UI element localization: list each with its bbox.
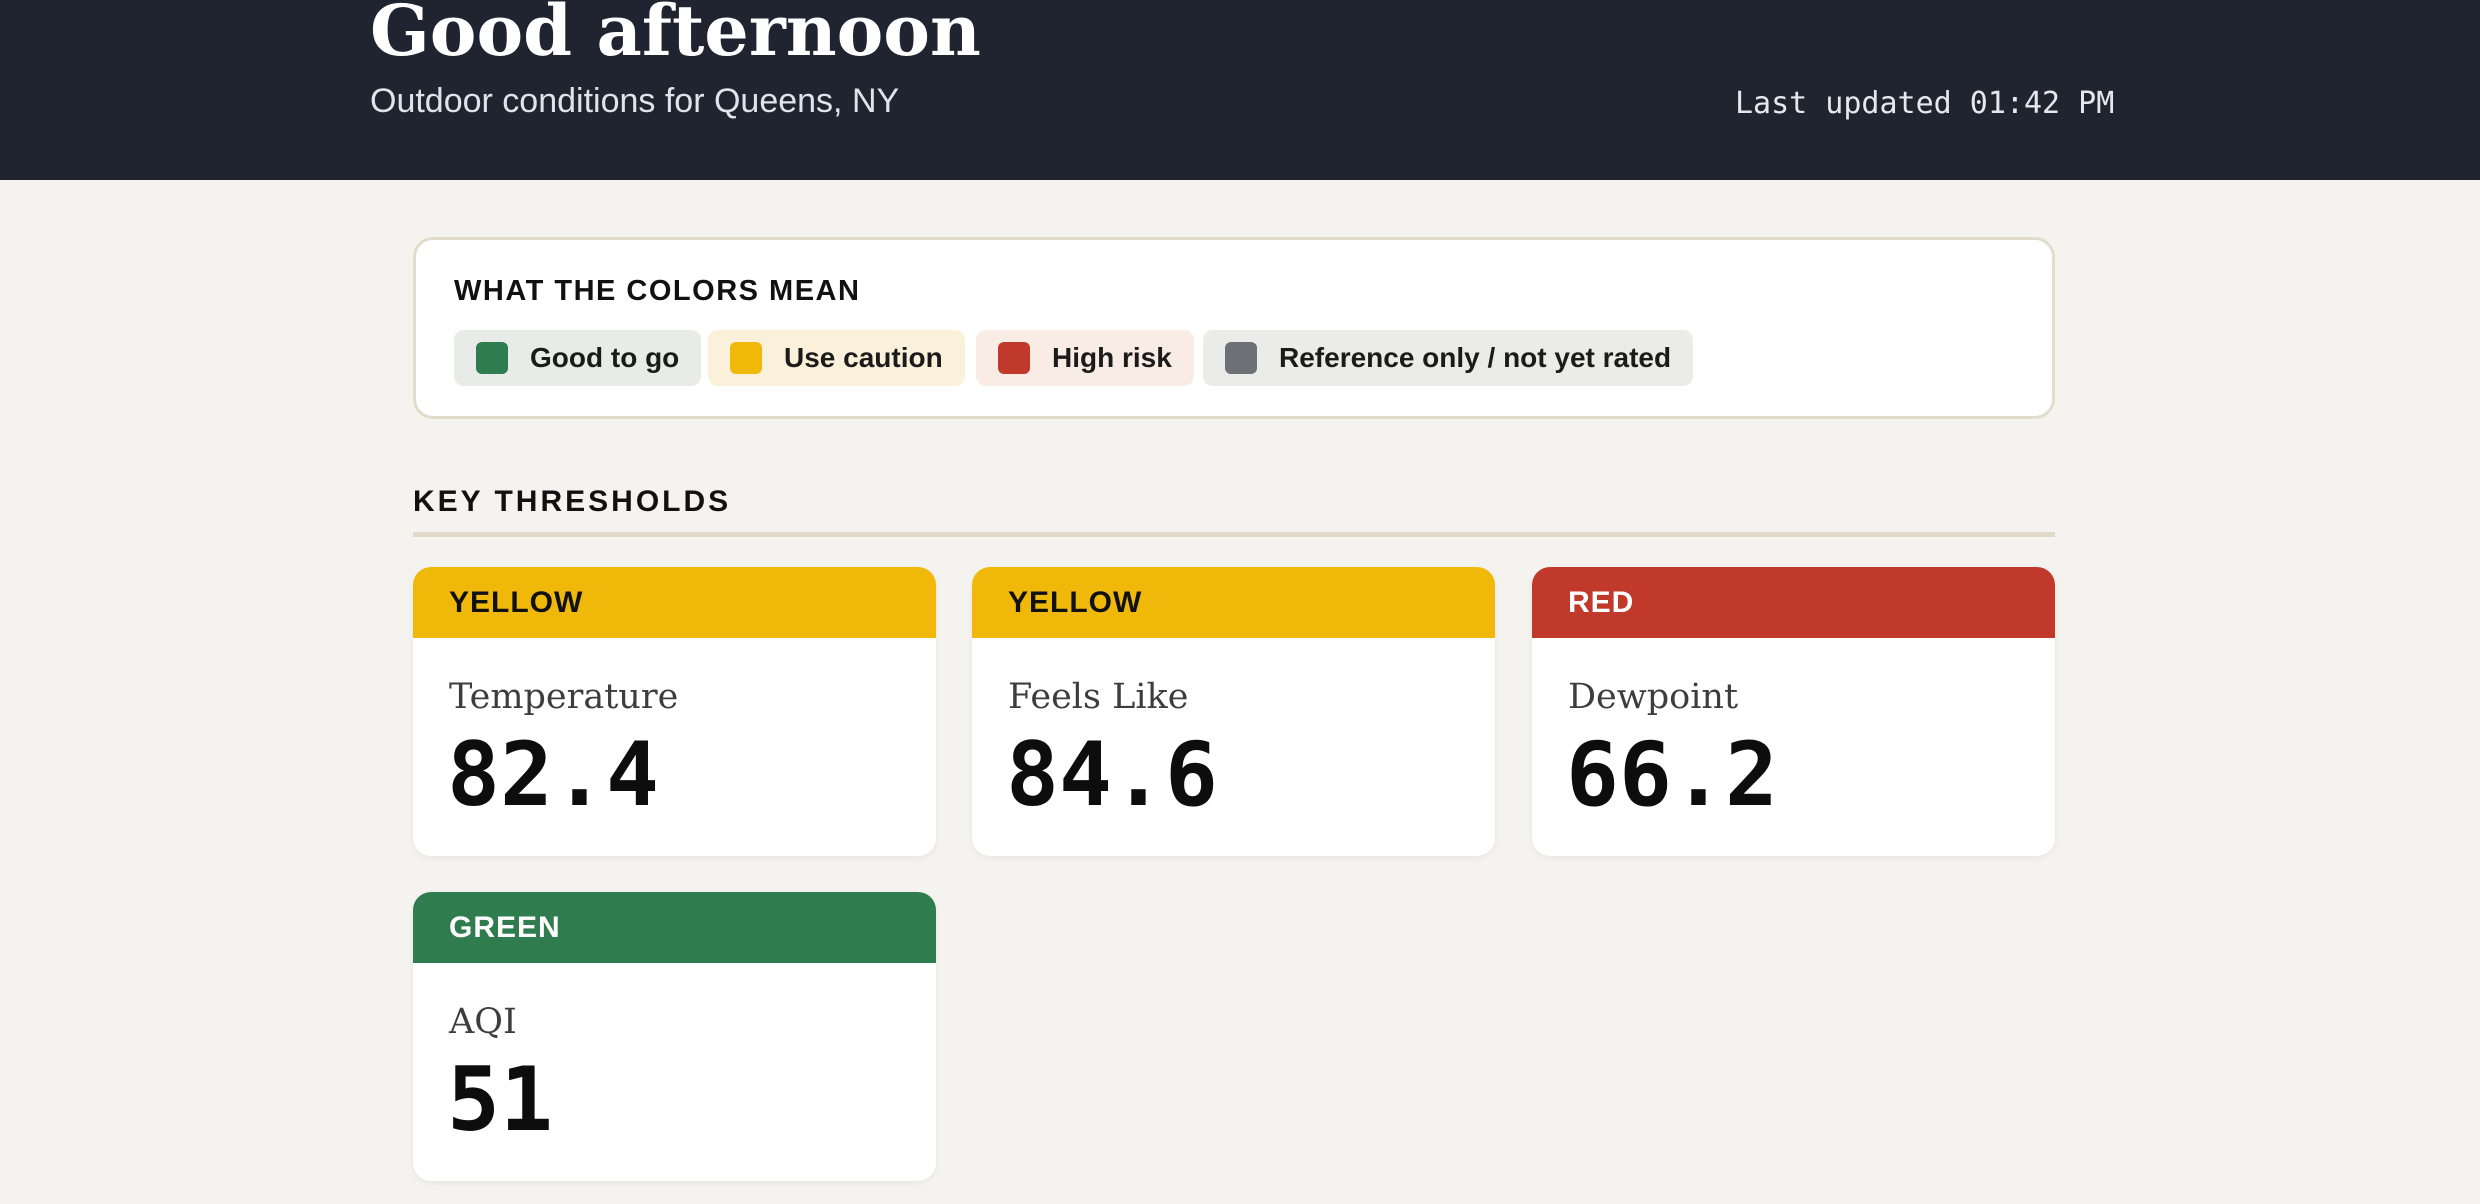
- last-updated-timestamp: Last updated 01:42 PM: [1735, 86, 2115, 121]
- threshold-tile-aqi: GREEN AQI 51: [413, 892, 936, 1181]
- metric-value: 51: [447, 1048, 553, 1151]
- metric-value: 82.4: [447, 723, 659, 826]
- legend-item-good: Good to go: [454, 330, 702, 386]
- legend-item-reference: Reference only / not yet rated: [1203, 330, 1694, 386]
- color-legend-card: WHAT THE COLORS MEAN Good to go Use caut…: [413, 237, 2055, 419]
- gray-swatch-icon: [1225, 342, 1257, 374]
- legend-title: WHAT THE COLORS MEAN: [454, 275, 861, 307]
- metric-label: Temperature: [449, 677, 679, 717]
- status-band: YELLOW: [972, 567, 1495, 638]
- legend-item-label: Reference only / not yet rated: [1279, 342, 1672, 373]
- page-header: Good afternoon Outdoor conditions for Qu…: [0, 0, 2480, 180]
- metric-label: Dewpoint: [1568, 677, 1739, 717]
- location-subtitle: Outdoor conditions for Queens, NY: [370, 82, 900, 120]
- red-swatch-icon: [998, 342, 1030, 374]
- legend-item-high-risk: High risk: [976, 330, 1194, 386]
- status-band: RED: [1532, 567, 2055, 638]
- status-band: GREEN: [413, 892, 936, 963]
- legend-item-label: High risk: [1052, 342, 1172, 373]
- yellow-swatch-icon: [730, 342, 762, 374]
- threshold-tile-dewpoint: RED Dewpoint 66.2: [1532, 567, 2055, 856]
- threshold-tile-temperature: YELLOW Temperature 82.4: [413, 567, 936, 856]
- legend-item-label: Good to go: [530, 342, 680, 373]
- greeting-title: Good afternoon: [370, 0, 981, 72]
- legend-item-caution: Use caution: [708, 330, 965, 386]
- metric-value: 84.6: [1006, 723, 1218, 826]
- threshold-tile-feels-like: YELLOW Feels Like 84.6: [972, 567, 1495, 856]
- metric-label: Feels Like: [1008, 677, 1189, 717]
- legend-item-label: Use caution: [784, 342, 943, 373]
- status-band: YELLOW: [413, 567, 936, 638]
- metric-label: AQI: [449, 1002, 517, 1042]
- key-thresholds-heading: KEY THRESHOLDS: [413, 485, 732, 518]
- metric-value: 66.2: [1566, 723, 1778, 826]
- green-swatch-icon: [476, 342, 508, 374]
- section-divider: [413, 532, 2055, 537]
